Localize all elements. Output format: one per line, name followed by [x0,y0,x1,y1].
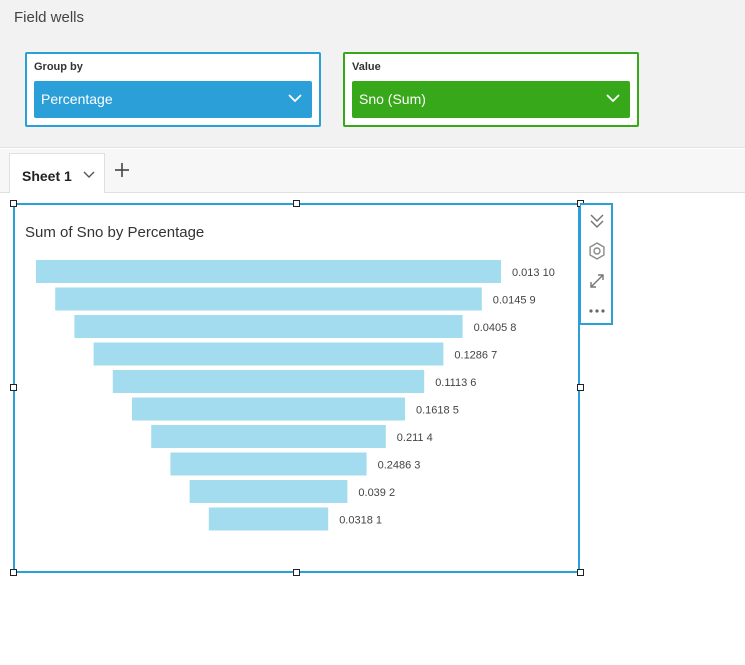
funnel-visual[interactable]: Sum of Sno by Percentage 0.013 10 0.0145 … [13,203,580,573]
funnel-bar[interactable] [208,507,329,531]
double-chevron-down-icon[interactable] [587,211,607,231]
funnel-bar-label: 0.013 10 [512,267,555,279]
value-field-pill[interactable]: Sno (Sum) [352,81,630,118]
group-by-label: Group by [34,61,83,73]
funnel-chart: 0.013 10 0.0145 9 0.0405 8 0.1286 7 0.1113 6… [36,260,555,531]
resize-handle-top-left[interactable] [10,200,17,207]
value-field-name: Sno (Sum) [359,91,426,107]
more-icon[interactable] [587,301,607,321]
funnel-bar-label: 0.211 4 [397,432,433,444]
funnel-bar-label: 0.0145 9 [493,295,536,307]
funnel-bar-label: 0.0405 8 [474,322,517,334]
tab-label: Sheet 1 [22,168,72,184]
visual-toolbar [580,203,613,325]
funnel-bar-label: 0.2486 3 [378,460,421,472]
sheet-tab-bar: Sheet 1 [0,149,745,193]
resize-handle-bottom-left[interactable] [10,569,17,576]
resize-handle-bottom-right[interactable] [577,569,584,576]
funnel-bar-label: 0.1286 7 [454,350,497,362]
resize-handle-right[interactable] [577,384,584,391]
funnel-bar-label: 0.039 2 [358,487,395,499]
tab-sheet-1[interactable]: Sheet 1 [9,153,105,193]
app-root: Field wells Group by Percentage Value Sn… [0,0,745,665]
funnel-bar-label: 0.1113 6 [435,377,476,389]
resize-handle-top[interactable] [293,200,300,207]
funnel-bar[interactable] [189,480,348,503]
funnel-bar[interactable] [93,342,444,366]
group-by-field-name: Percentage [41,91,113,107]
funnel-bar[interactable] [36,260,501,283]
value-label: Value [352,61,381,73]
chevron-down-icon[interactable] [288,93,302,103]
plus-icon[interactable] [113,161,131,179]
funnel-bar[interactable] [170,452,367,476]
chevron-down-icon[interactable] [606,93,620,103]
field-wells-panel: Field wells Group by Percentage Value Sn… [0,0,745,148]
funnel-bar[interactable] [132,397,405,421]
funnel-bar[interactable] [112,370,425,393]
funnel-bar[interactable] [74,315,463,338]
funnel-bar[interactable] [55,287,482,311]
gear-icon[interactable] [587,241,607,261]
funnel-bar-label: 0.1618 5 [416,405,459,417]
expand-icon[interactable] [587,271,607,291]
funnel-bar[interactable] [151,425,386,448]
resize-handle-bottom[interactable] [293,569,300,576]
funnel-bar-label: 0.0318 1 [339,515,382,527]
group-by-field-pill[interactable]: Percentage [34,81,312,118]
group-by-well[interactable]: Group by Percentage [25,52,321,127]
resize-handle-left[interactable] [10,384,17,391]
field-wells-title: Field wells [14,9,85,26]
chevron-down-icon[interactable] [83,171,95,179]
value-well[interactable]: Value Sno (Sum) [343,52,639,127]
